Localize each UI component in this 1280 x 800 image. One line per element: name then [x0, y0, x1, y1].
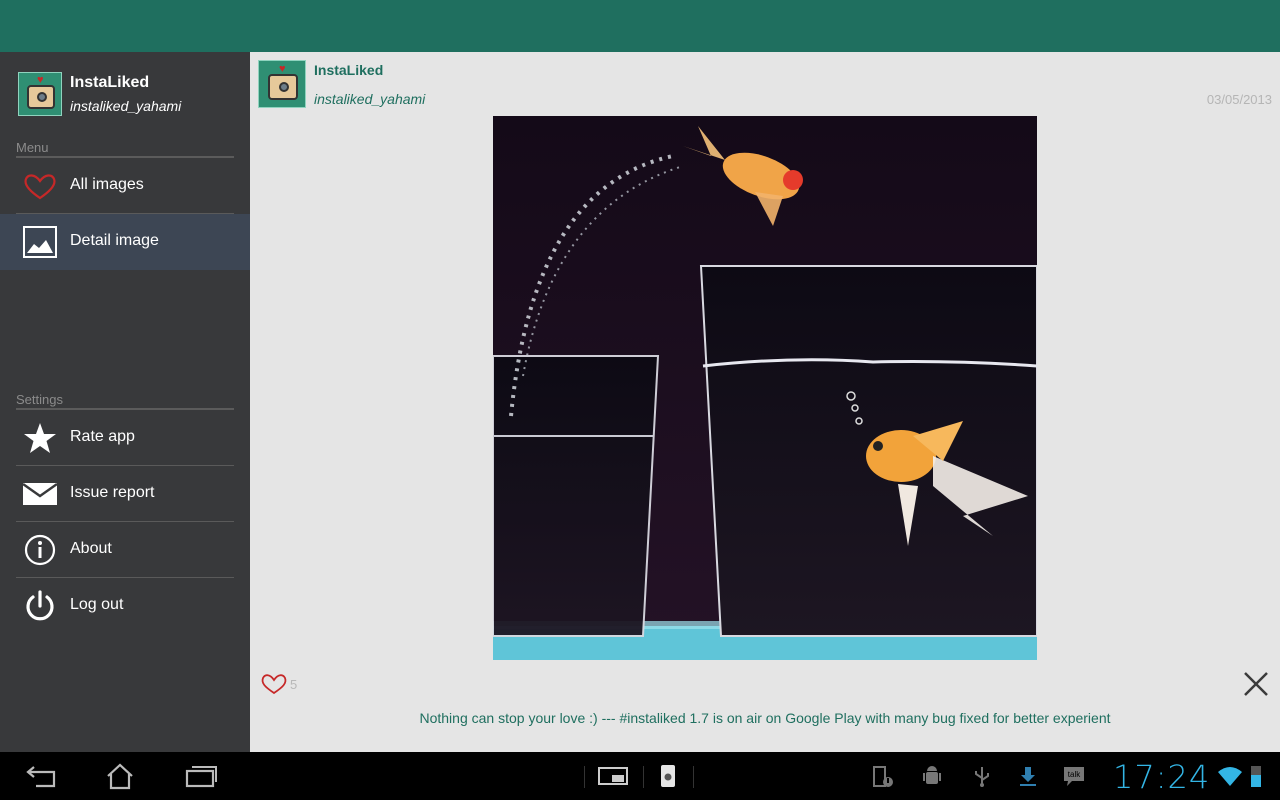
sidebar-item-label: Detail image: [70, 232, 159, 249]
recent-apps-icon[interactable]: [180, 760, 220, 792]
likes-count: 5: [290, 677, 298, 692]
post-author-username[interactable]: instaliked_yahami: [314, 91, 425, 107]
post-avatar[interactable]: ♥: [258, 60, 306, 108]
info-icon: [24, 534, 56, 566]
sidebar-item-rate-app[interactable]: Rate app: [0, 410, 250, 466]
sidebar-item-detail-image[interactable]: Detail image: [0, 214, 250, 270]
battery-alert-icon[interactable]: [870, 764, 894, 788]
navigation-drawer: ♥ InstaLiked instaliked_yahami Menu All …: [0, 52, 250, 752]
camera-icon: [268, 74, 298, 100]
sidebar-item-all-images[interactable]: All images: [0, 158, 250, 214]
usb-icon[interactable]: [970, 764, 994, 788]
power-icon: [26, 590, 54, 621]
battery-icon[interactable]: [1248, 764, 1264, 788]
profile-username: instaliked_yahami: [70, 98, 182, 114]
mail-icon: [22, 483, 58, 505]
talk-icon[interactable]: talk: [1062, 764, 1086, 788]
sidebar-item-log-out[interactable]: Log out: [0, 578, 250, 634]
star-icon: [24, 423, 56, 453]
back-icon[interactable]: [22, 760, 62, 792]
svg-text:talk: talk: [1068, 770, 1081, 779]
post-photo[interactable]: [493, 116, 1037, 660]
sidebar-item-label: Rate app: [70, 428, 135, 445]
avatar: ♥: [18, 72, 62, 116]
home-icon[interactable]: [100, 760, 140, 792]
sidebar-item-label: All images: [70, 176, 144, 193]
wifi-icon[interactable]: [1217, 764, 1243, 788]
sidebar-item-label: Issue report: [70, 484, 155, 501]
post-caption: Nothing can stop your love :) --- #insta…: [419, 710, 1111, 726]
heart-icon[interactable]: [260, 672, 288, 696]
screenshot-icon[interactable]: [598, 764, 628, 788]
image-detail-panel: ♥ InstaLiked instaliked_yahami 03/05/201…: [250, 52, 1280, 752]
sidebar-item-issue-report[interactable]: Issue report: [0, 466, 250, 522]
sidebar-item-label: Log out: [70, 596, 124, 613]
android-debug-icon[interactable]: [920, 764, 944, 788]
sidebar-item-about[interactable]: About: [0, 522, 250, 578]
heart-icon: [24, 174, 56, 200]
post-date: 03/05/2013: [1206, 92, 1272, 107]
system-navigation-bar: talk 17:24: [0, 752, 1280, 800]
sidebar-item-label: About: [70, 540, 112, 557]
download-icon[interactable]: [1016, 764, 1040, 788]
post-author-name[interactable]: InstaLiked: [314, 62, 383, 78]
camera-icon: [27, 85, 55, 109]
profile-header[interactable]: ♥ InstaLiked instaliked_yahami: [18, 72, 238, 116]
close-icon[interactable]: [1242, 670, 1270, 698]
app-notification-icon[interactable]: [656, 764, 680, 788]
image-icon: [23, 226, 57, 258]
settings-section-title: Settings: [16, 392, 63, 407]
profile-name: InstaLiked: [70, 74, 150, 91]
menu-section-title: Menu: [16, 140, 49, 155]
status-clock[interactable]: 17:24: [1113, 758, 1210, 796]
action-bar: [0, 0, 1280, 52]
